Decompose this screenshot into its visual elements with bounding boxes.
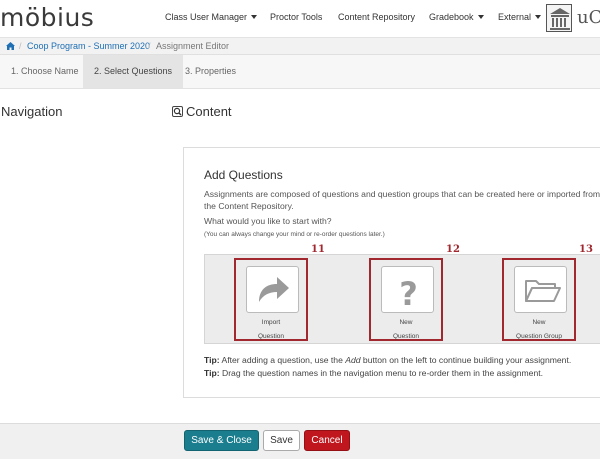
home-icon[interactable] [6,42,15,50]
step-tabs: 1. Choose Name 2. Select Questions 3. Pr… [0,55,600,89]
caret-down-icon [477,15,484,19]
institution-building-icon[interactable] [546,4,572,32]
panel-question: What would you like to start with? [204,216,332,226]
navigation-heading: Navigation [1,104,63,119]
svg-text:?: ? [399,275,418,313]
cancel-button[interactable]: Cancel [304,430,350,451]
add-questions-panel: Add Questions Assignments are composed o… [183,147,600,398]
import-question-button[interactable]: Import Question [234,258,308,341]
panel-title: Add Questions [204,168,283,182]
tip-add-button: Tip: After adding a question, use the Ad… [204,355,572,365]
footer-bar: Save & Close Save Cancel [0,423,600,459]
folder-open-icon [514,266,567,313]
nav-class-user-manager[interactable]: Class User Manager [165,12,258,22]
top-navbar: möbius Class User Manager Proctor Tools … [0,0,600,38]
annotation-marker: 12 [446,244,460,255]
breadcrumb: / Coop Program - Summer 2020 / Assignmen… [0,38,600,55]
annotation-marker: 11 [311,244,325,255]
tab-select-questions[interactable]: 2. Select Questions [83,55,184,88]
caret-down-icon [251,15,258,19]
save-button[interactable]: Save [263,430,300,451]
breadcrumb-course-link[interactable]: Coop Program - Summer 2020 [27,41,150,51]
institution-name: uC [577,7,600,28]
tab-choose-name[interactable]: 1. Choose Name [0,55,90,88]
search-icon[interactable] [172,106,183,117]
content-heading: Content [172,104,232,119]
new-question-button[interactable]: ? New Question [369,258,443,341]
question-mark-icon: ? [381,266,434,313]
caret-down-icon [535,15,542,19]
panel-note: (You can always change your mind or re-o… [204,231,385,238]
nav-proctor-tools[interactable]: Proctor Tools [270,12,322,22]
nav-content-repository[interactable]: Content Repository [338,12,415,22]
breadcrumb-separator: / [148,41,151,51]
tip-reorder: Tip: Drag the question names in the navi… [204,368,543,378]
tab-properties[interactable]: 3. Properties [174,55,247,88]
annotation-marker: 13 [579,244,593,255]
share-arrow-icon [246,266,299,313]
breadcrumb-separator: / [19,41,22,51]
panel-description: Assignments are composed of questions an… [204,189,600,211]
nav-external[interactable]: External [498,12,542,22]
save-and-close-button[interactable]: Save & Close [184,430,259,451]
mobius-logo[interactable]: möbius [0,3,94,32]
breadcrumb-current: Assignment Editor [156,41,230,51]
nav-gradebook[interactable]: Gradebook [429,12,484,22]
new-question-group-button[interactable]: New Question Group [502,258,576,341]
choice-area: Import Question ? New Question New Quest… [204,254,600,344]
